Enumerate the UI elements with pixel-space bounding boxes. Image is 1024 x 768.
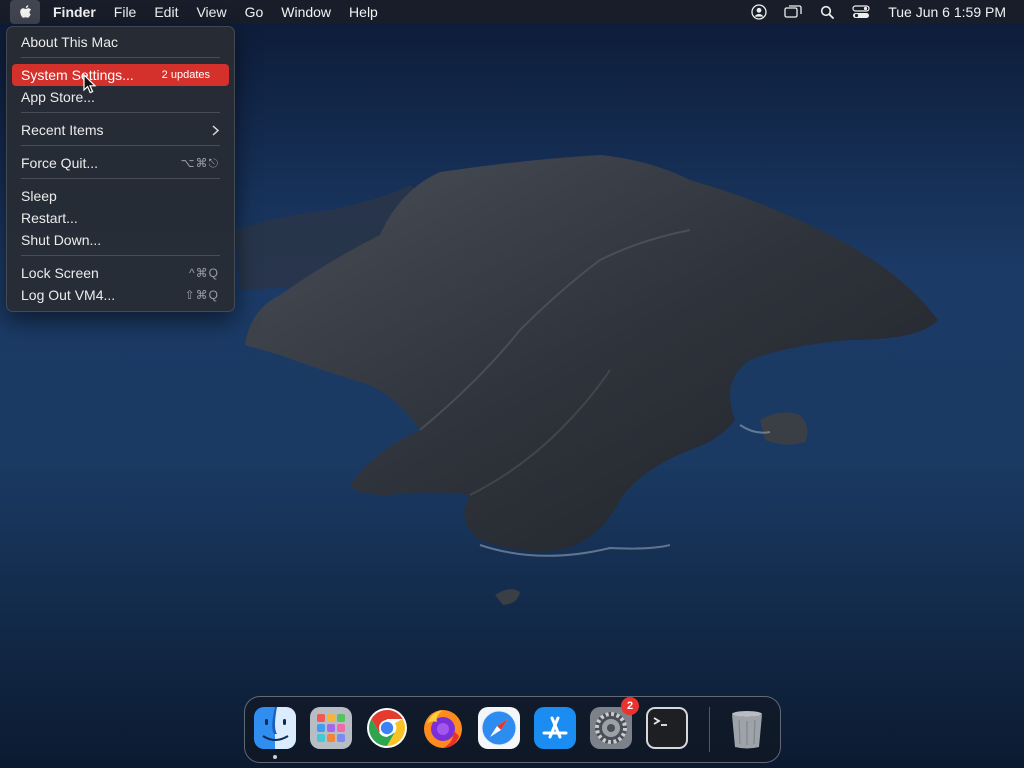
menu-item-force-quit[interactable]: Force Quit... ⌥⌘⎋ — [12, 152, 229, 174]
menu-separator — [21, 112, 220, 113]
menu-separator — [21, 57, 220, 58]
menu-item-sleep[interactable]: Sleep — [12, 185, 229, 207]
dock-system-settings[interactable]: 2 — [589, 697, 639, 750]
finder-icon — [254, 707, 296, 749]
menubar-go[interactable]: Go — [236, 0, 273, 24]
running-indicator — [273, 755, 277, 759]
dock-safari[interactable] — [477, 706, 521, 750]
updates-badge: 2 updates — [161, 69, 210, 81]
menubar-edit[interactable]: Edit — [145, 0, 187, 24]
menu-item-shut-down[interactable]: Shut Down... — [12, 229, 229, 251]
menu-separator — [21, 255, 220, 256]
apple-menu-button[interactable] — [10, 0, 40, 24]
menu-item-system-settings[interactable]: System Settings... 2 updates — [12, 64, 229, 86]
safari-icon — [478, 707, 520, 749]
dock: 2 — [244, 696, 781, 763]
menubar-clock[interactable]: Tue Jun 6 1:59 PM — [888, 4, 1006, 20]
menu-item-about-this-mac[interactable]: About This Mac — [12, 31, 229, 53]
menu-separator — [21, 145, 220, 146]
menu-item-label: Shut Down... — [21, 232, 102, 248]
keyboard-shortcut: ^⌘Q — [189, 266, 219, 280]
launchpad-icon — [310, 707, 352, 749]
apple-logo-icon — [20, 5, 32, 18]
dock-app-store[interactable] — [533, 706, 577, 750]
apple-menu-dropdown: About This Mac System Settings... 2 upda… — [6, 26, 235, 312]
menu-bar: Finder File Edit View Go Window Help Tue… — [0, 0, 1024, 24]
menu-item-log-out[interactable]: Log Out VM4... ⇧⌘Q — [12, 284, 229, 306]
dock-firefox[interactable] — [421, 706, 465, 750]
app-store-icon — [534, 707, 576, 749]
dock-finder[interactable] — [253, 706, 297, 750]
dock-trash[interactable] — [725, 706, 769, 750]
menu-item-recent-items[interactable]: Recent Items — [12, 119, 229, 141]
menubar-app-name[interactable]: Finder — [44, 0, 105, 24]
spotlight-search-icon[interactable] — [814, 0, 840, 24]
menu-item-label: About This Mac — [21, 34, 119, 50]
menu-item-label: Sleep — [21, 188, 57, 204]
control-center-icon[interactable] — [848, 0, 874, 24]
firefox-icon — [424, 710, 462, 748]
menu-item-label: System Settings... — [21, 67, 134, 83]
terminal-icon — [646, 707, 688, 749]
menu-item-app-store[interactable]: App Store... — [12, 86, 229, 108]
menu-item-label: Lock Screen — [21, 265, 99, 281]
user-icon[interactable] — [746, 0, 772, 24]
menu-item-label: Restart... — [21, 210, 78, 226]
trash-icon — [732, 711, 762, 749]
dock-google-chrome[interactable] — [365, 706, 409, 750]
notification-badge: 2 — [621, 697, 639, 715]
dock-launchpad[interactable] — [309, 706, 353, 750]
mouse-pointer-icon — [83, 74, 97, 94]
menu-separator — [21, 178, 220, 179]
menu-item-label: Force Quit... — [21, 155, 99, 171]
menu-item-restart[interactable]: Restart... — [12, 207, 229, 229]
keyboard-shortcut: ⇧⌘Q — [184, 288, 219, 302]
menubar-file[interactable]: File — [105, 0, 146, 24]
menu-item-label: Recent Items — [21, 122, 104, 138]
dock-terminal[interactable] — [645, 706, 689, 750]
chrome-icon — [367, 708, 407, 748]
menubar-window[interactable]: Window — [272, 0, 340, 24]
menubar-view[interactable]: View — [187, 0, 235, 24]
menu-item-lock-screen[interactable]: Lock Screen ^⌘Q — [12, 262, 229, 284]
menubar-help[interactable]: Help — [340, 0, 387, 24]
dock-separator — [709, 707, 710, 752]
screen-mirroring-icon[interactable] — [780, 0, 806, 24]
keyboard-shortcut: ⌥⌘⎋ — [180, 155, 219, 170]
menu-item-label: Log Out VM4... — [21, 287, 116, 303]
chevron-right-icon — [212, 124, 229, 136]
